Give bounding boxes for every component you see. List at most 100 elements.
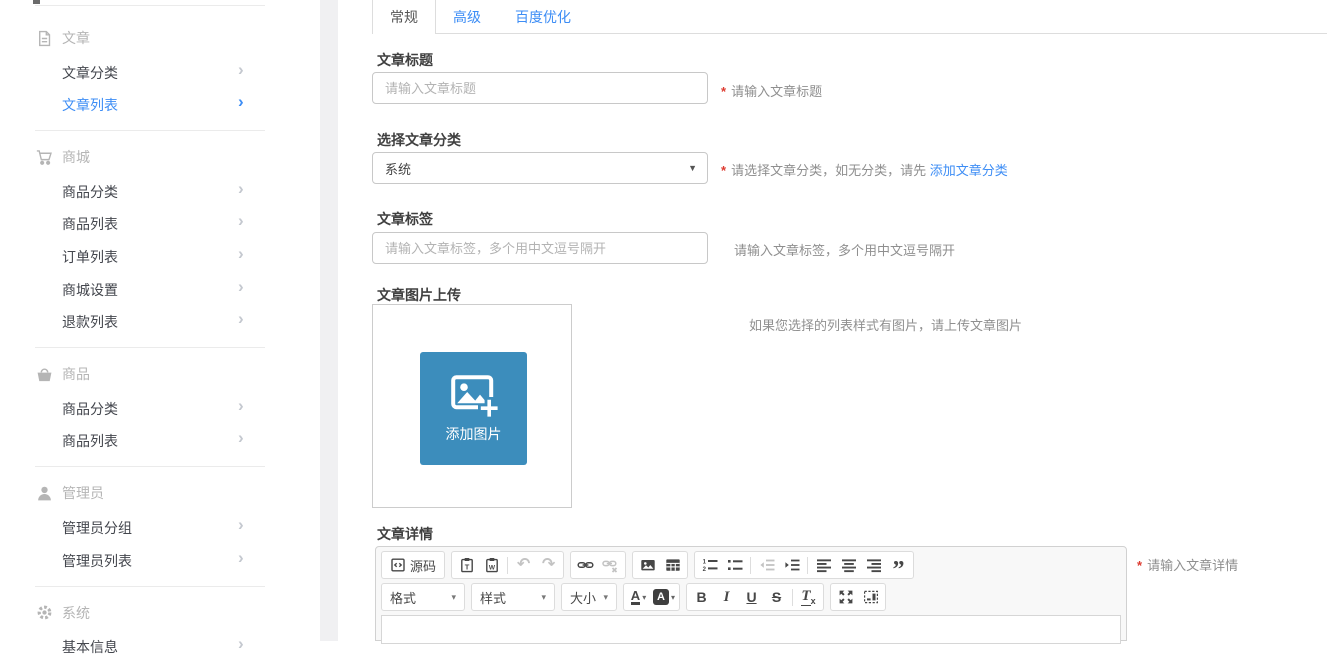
undo-button[interactable]: ↶ bbox=[511, 553, 536, 577]
text-color-icon: A bbox=[631, 589, 640, 605]
insert-image-button[interactable] bbox=[635, 553, 660, 577]
indent-button[interactable] bbox=[779, 553, 804, 577]
chevron-down-icon: ▾ bbox=[541, 592, 546, 603]
show-blocks-button[interactable] bbox=[858, 585, 883, 609]
sidebar-section-商品[interactable]: 商品 bbox=[36, 358, 90, 390]
redo-button[interactable]: ↷ bbox=[536, 553, 561, 577]
sidebar-section-管理员[interactable]: 管理员 bbox=[36, 477, 104, 509]
sidebar-divider bbox=[35, 466, 265, 467]
format-dropdown[interactable]: 格式 ▾ bbox=[381, 583, 465, 611]
category-select[interactable]: 系统 ▼ bbox=[372, 152, 708, 184]
sidebar-item-商品分类[interactable]: 商品分类 › bbox=[0, 174, 320, 206]
editor-content-area[interactable] bbox=[381, 615, 1121, 644]
source-button-label: 源码 bbox=[410, 556, 436, 575]
main-content: 常规高级百度优化 文章标题 *请输入文章标题 选择文章分类 系统 ▼ *请选择文… bbox=[338, 0, 1327, 641]
sidebar-item-label: 管理员列表 bbox=[62, 551, 132, 571]
image-upload-box: 添加图片 bbox=[372, 304, 572, 508]
select-arrow-icon: ▼ bbox=[688, 163, 697, 173]
article-detail-hint: *请输入文章详情 bbox=[1137, 555, 1238, 574]
strikethrough-button[interactable]: S bbox=[764, 585, 789, 609]
chevron-right-icon: › bbox=[238, 244, 244, 264]
sidebar-item-文章分类[interactable]: 文章分类 › bbox=[0, 55, 320, 87]
sidebar-divider bbox=[35, 586, 265, 587]
size-dropdown[interactable]: 大小 ▾ bbox=[561, 583, 617, 611]
cart-icon bbox=[36, 149, 53, 166]
sidebar-divider bbox=[35, 347, 265, 348]
image-upload-label: 文章图片上传 bbox=[377, 285, 461, 305]
sidebar-item-基本信息[interactable]: 基本信息› bbox=[0, 629, 320, 661]
editor-toolbar-row-1: 源码 T W bbox=[381, 551, 1121, 579]
rich-text-editor: 源码 T W bbox=[375, 546, 1127, 641]
italic-button[interactable]: I bbox=[714, 585, 739, 609]
chevron-right-icon: › bbox=[238, 92, 244, 112]
remove-format-button[interactable]: T x bbox=[796, 585, 821, 609]
category-hint: *请选择文章分类，如无分类，请先 添加文章分类 bbox=[721, 160, 1008, 179]
image-upload-hint: 如果您选择的列表样式有图片，请上传文章图片 bbox=[749, 315, 1022, 334]
sidebar-item-商品列表[interactable]: 商品列表 › bbox=[0, 423, 320, 455]
sidebar-item-label: 商品分类 bbox=[62, 182, 118, 202]
chevron-right-icon: › bbox=[238, 211, 244, 231]
tags-input[interactable] bbox=[372, 232, 708, 264]
basket-icon bbox=[36, 366, 53, 383]
sidebar-section-商城[interactable]: 商城 bbox=[36, 141, 90, 173]
outdent-button[interactable] bbox=[754, 553, 779, 577]
article-title-input[interactable] bbox=[372, 72, 708, 104]
article-title-hint: *请输入文章标题 bbox=[721, 81, 822, 100]
add-category-link[interactable]: 添加文章分类 bbox=[930, 163, 1008, 178]
link-button[interactable] bbox=[573, 553, 598, 577]
tab-百度优化[interactable]: 百度优化 bbox=[498, 0, 588, 34]
sidebar-section-系统[interactable]: 系统 bbox=[36, 597, 90, 629]
chevron-right-icon: › bbox=[238, 179, 244, 199]
sidebar-item-管理员列表[interactable]: 管理员列表› bbox=[0, 543, 320, 575]
admin-icon bbox=[36, 485, 53, 502]
required-asterisk: * bbox=[721, 163, 726, 178]
blockquote-button[interactable]: ” bbox=[886, 553, 911, 577]
align-left-button[interactable] bbox=[811, 553, 836, 577]
paste-word-button[interactable]: W bbox=[479, 553, 504, 577]
source-button[interactable]: 源码 bbox=[384, 553, 442, 577]
tab-高级[interactable]: 高级 bbox=[436, 0, 498, 34]
toolbar-separator bbox=[807, 557, 808, 574]
chevron-right-icon: › bbox=[238, 634, 244, 654]
insert-group bbox=[632, 551, 688, 579]
sidebar-item-label: 文章分类 bbox=[62, 63, 118, 83]
chevron-down-icon: ▾ bbox=[451, 592, 456, 603]
text-color-button[interactable]: A ▾ bbox=[626, 585, 651, 609]
chevron-right-icon: › bbox=[238, 60, 244, 80]
sidebar-section-文章[interactable]: 文章 bbox=[36, 22, 90, 54]
align-center-button[interactable] bbox=[836, 553, 861, 577]
bullet-list-button[interactable] bbox=[722, 553, 747, 577]
tab-常规[interactable]: 常规 bbox=[372, 0, 436, 34]
background-color-button[interactable]: A ▾ bbox=[651, 585, 677, 609]
chevron-down-icon: ▾ bbox=[603, 592, 608, 603]
paste-text-button[interactable]: T bbox=[454, 553, 479, 577]
required-asterisk: * bbox=[1137, 558, 1142, 573]
category-select-value: 系统 bbox=[385, 159, 411, 178]
style-dropdown-label: 样式 bbox=[480, 588, 506, 607]
add-image-button[interactable]: 添加图片 bbox=[420, 352, 527, 465]
align-right-button[interactable] bbox=[861, 553, 886, 577]
source-group: 源码 bbox=[381, 551, 445, 579]
sidebar-item-商品列表[interactable]: 商品列表› bbox=[0, 206, 320, 238]
chevron-down-icon: ▾ bbox=[671, 593, 675, 602]
unlink-button[interactable] bbox=[598, 553, 623, 577]
svg-text:W: W bbox=[488, 564, 495, 571]
chevron-right-icon: › bbox=[238, 428, 244, 448]
underline-button[interactable]: U bbox=[739, 585, 764, 609]
sidebar-item-文章列表[interactable]: 文章列表› bbox=[0, 87, 320, 119]
sidebar-item-退款列表[interactable]: 退款列表› bbox=[0, 304, 320, 336]
maximize-button[interactable] bbox=[833, 585, 858, 609]
insert-table-button[interactable] bbox=[660, 553, 685, 577]
panel-gap bbox=[320, 0, 338, 641]
sidebar-item-订单列表[interactable]: 订单列表› bbox=[0, 239, 320, 271]
sidebar-item-label: 商城设置 bbox=[62, 280, 118, 300]
sidebar-item-label: 商品分类 bbox=[62, 399, 118, 419]
bold-button[interactable]: B bbox=[689, 585, 714, 609]
sidebar-item-管理员分组[interactable]: 管理员分组› bbox=[0, 510, 320, 542]
sidebar-item-商品分类[interactable]: 商品分类› bbox=[0, 391, 320, 423]
sidebar-section-label: 商城 bbox=[62, 147, 90, 167]
numbered-list-button[interactable]: 1 2 bbox=[697, 553, 722, 577]
sidebar-item-label: 商品列表 bbox=[62, 431, 118, 451]
sidebar-item-商城设置[interactable]: 商城设置› bbox=[0, 272, 320, 304]
style-dropdown[interactable]: 样式 ▾ bbox=[471, 583, 555, 611]
